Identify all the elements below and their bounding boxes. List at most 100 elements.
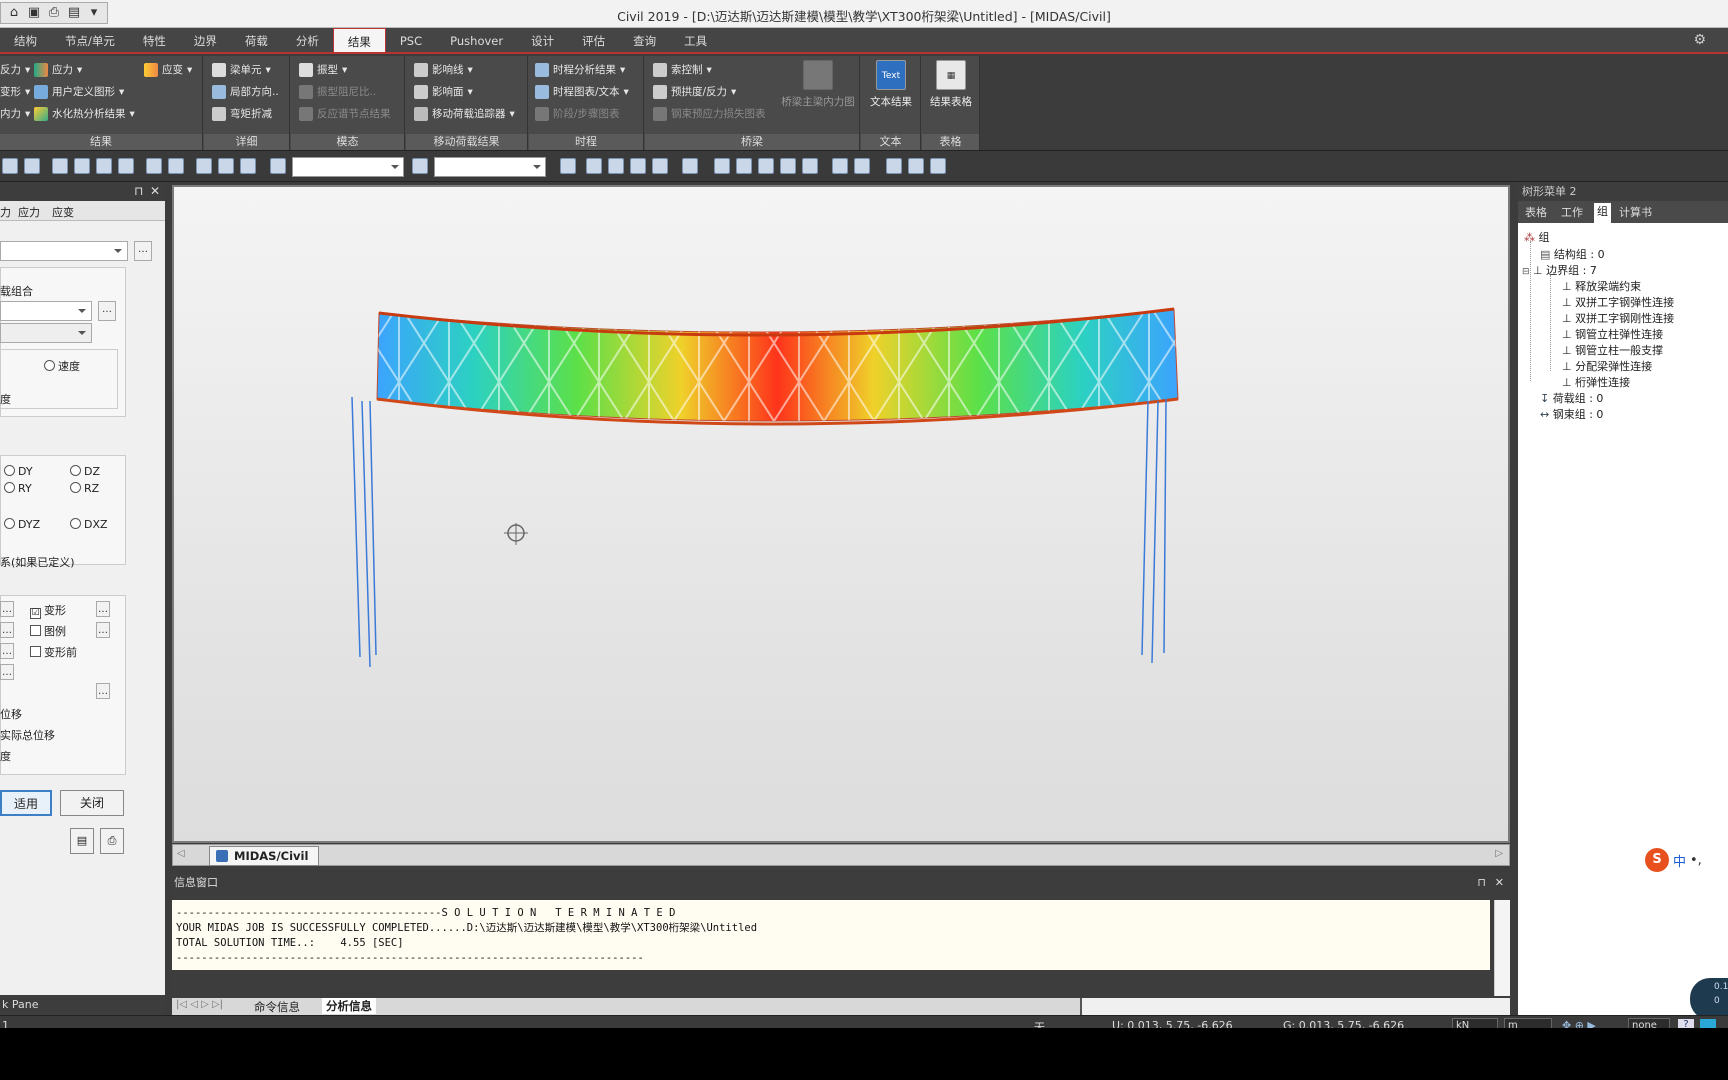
toolbar-icon[interactable] <box>930 158 946 174</box>
pin-icon[interactable]: ⊓ <box>1477 874 1486 892</box>
beam-element-button[interactable]: 梁单元 ▾ <box>212 62 271 77</box>
tree-load-group[interactable]: ↧ 荷载组 : 0 <box>1540 390 1603 406</box>
force-unit-select[interactable]: kN <box>1452 1018 1498 1028</box>
local-direction-button[interactable]: 局部方向.. <box>212 84 279 99</box>
tab-rating[interactable]: 评估 <box>568 28 619 52</box>
radio-dy[interactable]: DY <box>4 465 33 478</box>
bridge-girder-diagram-button[interactable]: 桥梁主梁内力图 <box>775 60 861 109</box>
toolbar-icon[interactable] <box>758 158 774 174</box>
tab-results[interactable]: 结果 <box>332 28 386 52</box>
tree-structure-group[interactable]: ▤ 结构组 : 0 <box>1540 246 1605 262</box>
tree-boundary-item[interactable]: ⊥ 钢管立柱一般支撑 <box>1562 342 1663 358</box>
undeformed-checkbox[interactable]: 变形前 <box>30 644 77 660</box>
option-more-button[interactable]: … <box>0 643 14 659</box>
tree-root-group[interactable]: ⁂ 组 <box>1524 229 1550 245</box>
tree-boundary-item[interactable]: ⊥ 桁弹性连接 <box>1562 374 1630 390</box>
option-more-button[interactable]: … <box>0 601 14 617</box>
tab-properties[interactable]: 特性 <box>129 28 180 52</box>
apply-button[interactable]: 适用 <box>0 790 52 816</box>
camber-button[interactable]: 预拱度/反力 ▾ <box>653 84 736 99</box>
speed-radio[interactable]: 速度 <box>44 358 80 374</box>
tab-boundary[interactable]: 边界 <box>180 28 231 52</box>
radio-dz[interactable]: DZ <box>70 465 100 478</box>
message-scrollbar[interactable] <box>1494 900 1510 996</box>
none-select[interactable]: none <box>1628 1018 1670 1028</box>
moving-load-tracer-button[interactable]: 移动荷载追踪器 ▾ <box>414 106 515 121</box>
ime-indicator[interactable]: S 中 •, <box>1645 848 1702 872</box>
heat-of-hydration-button[interactable]: 水化热分析结果 ▾ <box>34 106 135 121</box>
toolbar-icon[interactable] <box>652 158 668 174</box>
tab-table[interactable]: 表格 <box>1522 204 1550 220</box>
tab-group[interactable]: 组 <box>1594 203 1611 223</box>
results-table-button[interactable]: ▦ 结果表格 <box>923 60 979 109</box>
toolbar-icon[interactable] <box>886 158 902 174</box>
radio-dyz[interactable]: DYZ <box>4 518 40 531</box>
toolbar-icon[interactable] <box>52 158 68 174</box>
tree-boundary-item[interactable]: ⊥ 释放梁端约束 <box>1562 278 1641 294</box>
view-compass[interactable]: 0.1 0 <box>1690 978 1728 1020</box>
deformation-checkbox[interactable]: ☑ 变形 <box>30 602 66 619</box>
tab-structure[interactable]: 结构 <box>0 28 51 52</box>
stage-step-graph-button[interactable]: 阶段/步骤图表 <box>535 106 620 121</box>
reaction-button[interactable]: 反力 ▾ <box>0 62 30 77</box>
tab-scroll-left-icon[interactable]: ◁ <box>177 848 185 859</box>
tree-boundary-item[interactable]: ⊥ 双拼工字钢弹性连接 <box>1562 294 1674 310</box>
modal-damping-button[interactable]: 振型阻尼比.. <box>299 84 376 99</box>
toolbar-icon[interactable] <box>586 158 602 174</box>
toolbar-icon[interactable] <box>560 158 576 174</box>
toolbar-icon[interactable] <box>118 158 134 174</box>
tab-report[interactable]: 计算书 <box>1616 204 1655 220</box>
toolbar-icon[interactable] <box>240 158 256 174</box>
toolbar-icon[interactable] <box>608 158 624 174</box>
length-unit-select[interactable]: m <box>1504 1018 1552 1028</box>
option-more-button[interactable]: … <box>0 664 14 680</box>
toolbar-icon[interactable] <box>780 158 796 174</box>
tendon-loss-button[interactable]: 钢束预应力损失图表 <box>653 106 766 121</box>
toolbar-icon[interactable] <box>682 158 698 174</box>
toolbar-icon[interactable] <box>96 158 112 174</box>
toolbar-icon[interactable] <box>196 158 212 174</box>
response-spectrum-button[interactable]: 反应谱节点结果 <box>299 106 391 121</box>
cable-control-button[interactable]: 索控制 ▾ <box>653 62 712 77</box>
model-viewport[interactable] <box>172 185 1510 843</box>
tab-design[interactable]: 设计 <box>517 28 568 52</box>
radio-dxz[interactable]: DXZ <box>70 518 108 531</box>
stress-button[interactable]: 应力 ▾ <box>34 62 82 77</box>
tab-node-element[interactable]: 节点/单元 <box>51 28 129 52</box>
toolbar-icon[interactable] <box>412 158 428 174</box>
snap-icon[interactable]: ✥ ⊕ ▶ <box>1562 1019 1596 1028</box>
tree-boundary-item[interactable]: ⊥ 钢管立柱弹性连接 <box>1562 326 1663 342</box>
step-combo[interactable] <box>0 323 92 343</box>
tab-psc[interactable]: PSC <box>386 28 436 52</box>
copy-icon[interactable]: ▤ <box>70 828 94 854</box>
load-case-more-button[interactable]: … <box>134 241 152 261</box>
deformation-more-button[interactable]: … <box>96 601 110 617</box>
toolbar-icon[interactable] <box>74 158 90 174</box>
toolbar-icon[interactable] <box>854 158 870 174</box>
first-tab-icon[interactable]: |◁ ◁ ▷ ▷| <box>176 999 223 1010</box>
radio-ry[interactable]: RY <box>4 482 32 495</box>
close-icon[interactable]: ✕ <box>1495 874 1504 892</box>
tab-force[interactable]: 力 <box>0 204 11 220</box>
load-case-combo[interactable] <box>0 241 128 261</box>
tree-tendon-group[interactable]: ↔ 钢束组 : 0 <box>1540 406 1603 422</box>
influence-surface-button[interactable]: 影响面 ▾ <box>414 84 473 99</box>
moment-reduction-button[interactable]: 弯矩折减 <box>212 106 272 121</box>
tab-load[interactable]: 荷载 <box>231 28 282 52</box>
horizontal-scrollbar[interactable] <box>1080 998 1510 1016</box>
toolbar-icon[interactable] <box>2 158 18 174</box>
text-output-button[interactable]: Text 文本结果 <box>863 60 919 109</box>
close-icon[interactable]: ✕ <box>150 184 160 198</box>
toolbar-icon[interactable] <box>24 158 40 174</box>
tab-works[interactable]: 工作 <box>1558 204 1586 220</box>
tab-strain[interactable]: 应变 <box>52 204 74 220</box>
tab-query[interactable]: 查询 <box>619 28 670 52</box>
strain-button[interactable]: 应变 ▾ <box>144 62 192 77</box>
toolbar-icon[interactable] <box>736 158 752 174</box>
radio-rz[interactable]: RZ <box>70 482 99 495</box>
toolbar-icon[interactable] <box>146 158 162 174</box>
legend-checkbox[interactable]: 图例 <box>30 623 66 639</box>
task-pane-tab[interactable]: k Pane <box>0 995 165 1015</box>
user-defined-chart-button[interactable]: 用户定义图形 ▾ <box>34 84 124 99</box>
tab-analysis-message[interactable]: 分析信息 <box>322 998 376 1014</box>
